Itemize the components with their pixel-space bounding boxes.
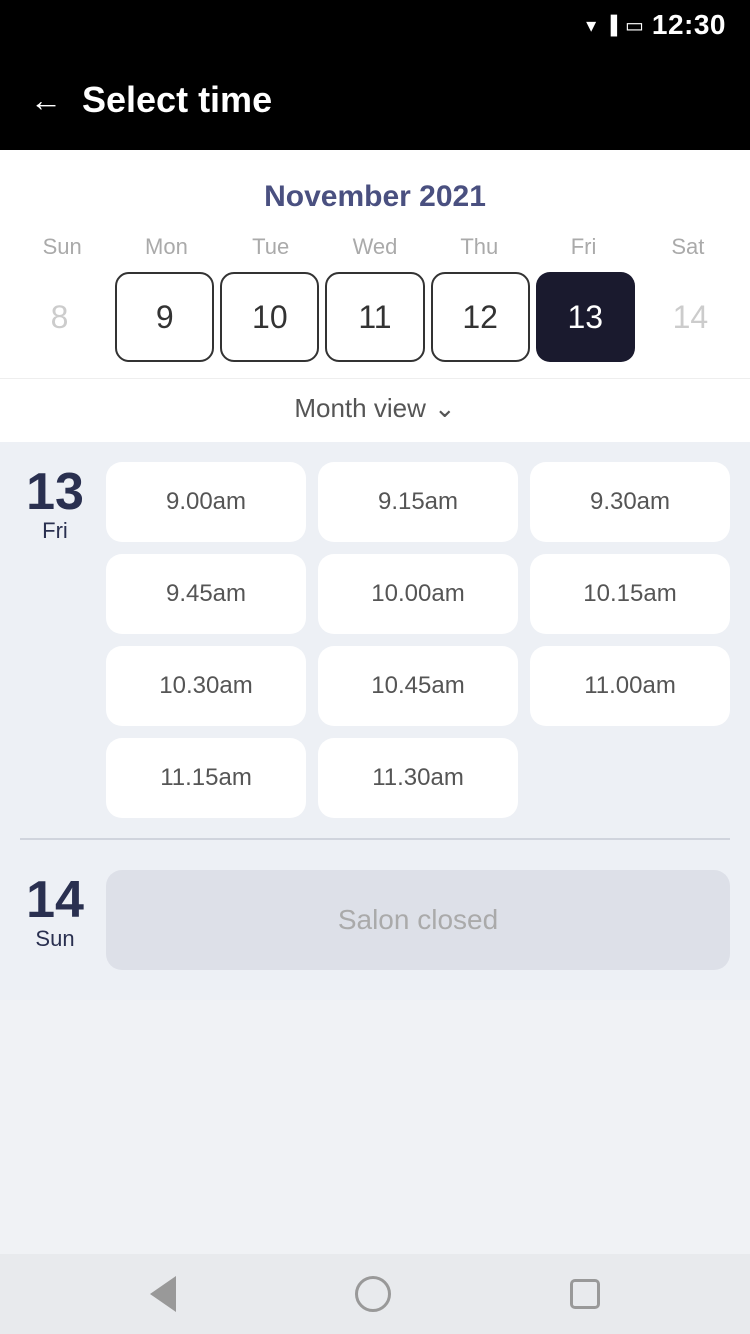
calendar-section: November 2021 Sun Mon Tue Wed Thu Fri Sa… [0, 150, 750, 442]
slot-1115am[interactable]: 11.15am [106, 738, 306, 818]
slot-915am[interactable]: 9.15am [318, 462, 518, 542]
wifi-icon: ▾ [586, 13, 596, 38]
header: ← Select time [0, 50, 750, 150]
battery-icon: ▭ [625, 13, 644, 38]
slot-1000am[interactable]: 10.00am [318, 554, 518, 634]
slot-930am[interactable]: 9.30am [530, 462, 730, 542]
day-header-tue: Tue [219, 230, 323, 264]
chevron-down-icon: ⌄ [434, 393, 456, 424]
slot-1015am[interactable]: 10.15am [530, 554, 730, 634]
day-block-14: 14 Sun Salon closed [20, 870, 730, 970]
day-label-14: 14 Sun [20, 870, 90, 970]
status-time: 12:30 [652, 9, 726, 41]
day-header-sat: Sat [636, 230, 740, 264]
date-cell-10[interactable]: 10 [220, 272, 319, 362]
timeslots-section: 13 Fri 9.00am 9.15am 9.30am 9.45am 10.00… [0, 442, 750, 1000]
slot-1045am[interactable]: 10.45am [318, 646, 518, 726]
date-cell-11[interactable]: 11 [325, 272, 424, 362]
month-view-toggle[interactable]: Month view ⌄ [0, 378, 750, 442]
day-block-13: 13 Fri 9.00am 9.15am 9.30am 9.45am 10.00… [20, 462, 730, 818]
date-cell-12[interactable]: 12 [431, 272, 530, 362]
nav-home-button[interactable] [355, 1276, 391, 1312]
slot-1100am[interactable]: 11.00am [530, 646, 730, 726]
section-divider [20, 838, 730, 840]
day-header-wed: Wed [323, 230, 427, 264]
date-cell-8[interactable]: 8 [10, 272, 109, 362]
main-content: November 2021 Sun Mon Tue Wed Thu Fri Sa… [0, 150, 750, 1100]
day-header-thu: Thu [427, 230, 531, 264]
day-header-fri: Fri [531, 230, 635, 264]
slot-900am[interactable]: 9.00am [106, 462, 306, 542]
calendar-month-year: November 2021 [0, 170, 750, 230]
day-name-14: Sun [35, 926, 74, 952]
slot-1030am[interactable]: 10.30am [106, 646, 306, 726]
day-number-14: 14 [26, 874, 84, 926]
nav-recents-button[interactable] [570, 1279, 600, 1309]
day-name-13: Fri [42, 518, 68, 544]
page-title: Select time [82, 79, 272, 121]
day-header-mon: Mon [114, 230, 218, 264]
slot-1130am[interactable]: 11.30am [318, 738, 518, 818]
day-header-sun: Sun [10, 230, 114, 264]
date-row: 8 9 10 11 12 13 14 [0, 272, 750, 378]
slot-945am[interactable]: 9.45am [106, 554, 306, 634]
day-label-13: 13 Fri [20, 462, 90, 818]
date-cell-9[interactable]: 9 [115, 272, 214, 362]
date-cell-13[interactable]: 13 [536, 272, 635, 362]
slots-grid-13: 9.00am 9.15am 9.30am 9.45am 10.00am 10.1… [106, 462, 730, 818]
nav-back-button[interactable] [150, 1276, 176, 1312]
android-nav-bar [0, 1254, 750, 1334]
salon-closed-message: Salon closed [106, 870, 730, 970]
status-bar: ▾ ▐ ▭ 12:30 [0, 0, 750, 50]
month-view-label: Month view [294, 393, 426, 424]
signal-icon: ▐ [604, 15, 617, 36]
date-cell-14[interactable]: 14 [641, 272, 740, 362]
day-headers: Sun Mon Tue Wed Thu Fri Sat [0, 230, 750, 264]
status-icons: ▾ ▐ ▭ 12:30 [586, 9, 726, 41]
back-button[interactable]: ← [30, 84, 62, 116]
day-number-13: 13 [26, 466, 84, 518]
